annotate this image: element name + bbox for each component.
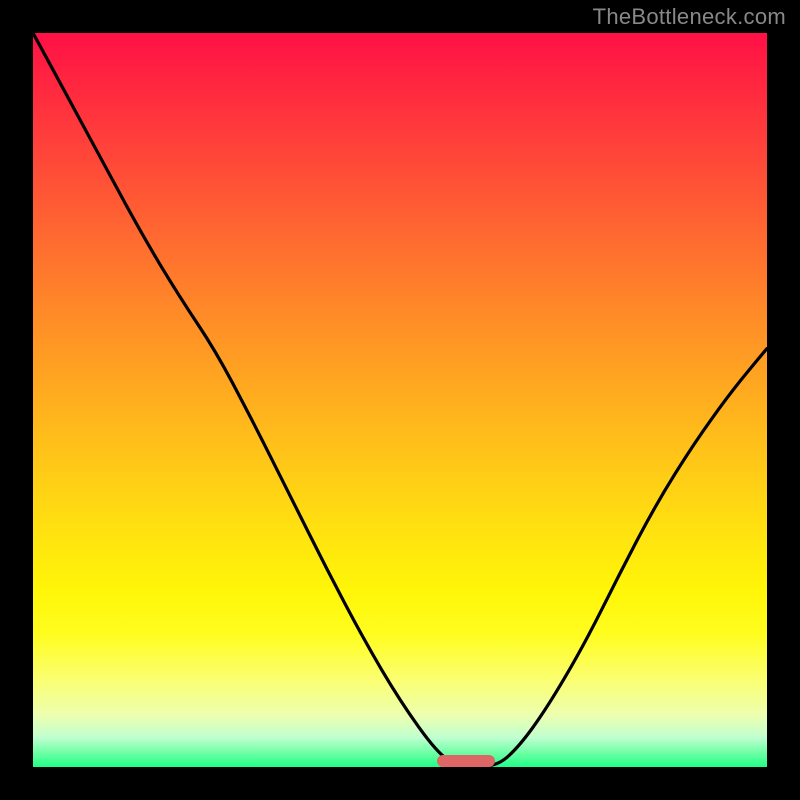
bottleneck-curve (33, 33, 767, 767)
watermark-text: TheBottleneck.com (593, 4, 786, 30)
chart-frame: TheBottleneck.com (0, 0, 800, 800)
bottleneck-marker (437, 755, 496, 767)
plot-area (33, 33, 767, 767)
